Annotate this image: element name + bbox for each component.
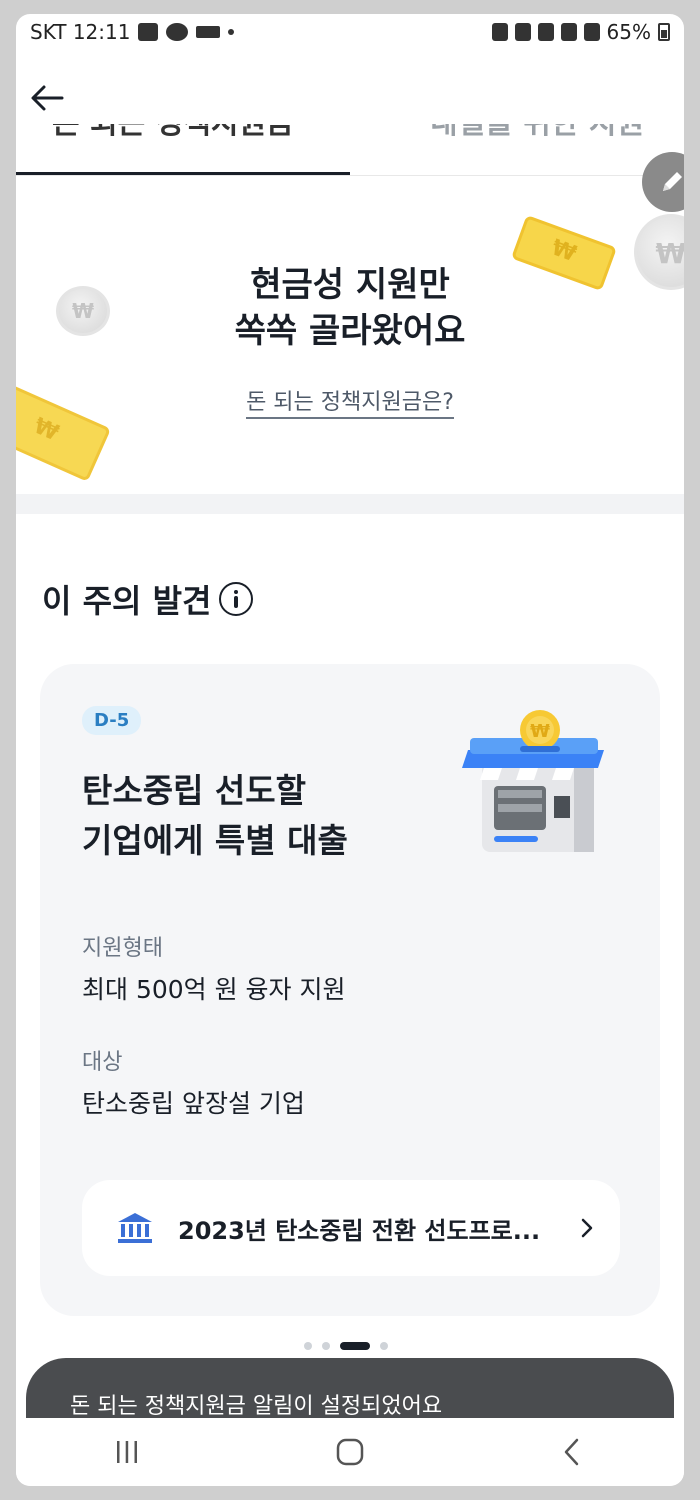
back-arrow-icon xyxy=(31,85,64,111)
tab-money-policy[interactable]: 돈 되는 정책지원금 xyxy=(52,124,322,176)
store-illustration: ₩ xyxy=(462,710,604,852)
program-link-button[interactable]: 2023년 탄소중립 전환 선도프로... xyxy=(82,1180,620,1276)
hero-title: 현금성 지원만 쏙쏙 골라왔어요 xyxy=(234,265,466,351)
alarm-icon xyxy=(537,23,554,41)
battery-icon xyxy=(658,23,670,41)
target-value: 탄소중립 앞장설 기업 xyxy=(82,1089,305,1118)
sync-icon xyxy=(491,23,508,41)
svg-text:₩: ₩ xyxy=(530,721,550,742)
tab-label: 돈 되는 정책지원금 xyxy=(52,124,294,142)
battery-percent: 65% xyxy=(606,20,651,44)
chat-notification-icon xyxy=(166,23,189,41)
pager-dot[interactable] xyxy=(304,1342,312,1350)
home-icon xyxy=(336,1438,364,1466)
chevron-right-icon xyxy=(581,1218,593,1238)
pager-dot[interactable] xyxy=(322,1342,330,1350)
policy-card[interactable]: D-5 탄소중립 선도할 기업에게 특별 대출 ₩ 지원형태 최대 500억 원… xyxy=(40,664,660,1316)
info-icon[interactable] xyxy=(219,582,254,616)
hero-link-container: 돈 되는 정책지원금은? xyxy=(16,384,684,419)
carousel-pager xyxy=(304,1342,388,1350)
section-title: 이 주의 발견 xyxy=(42,576,254,622)
pen-icon xyxy=(514,23,531,41)
bank-icon xyxy=(118,1213,152,1243)
gallery-notification-icon xyxy=(138,23,159,41)
card-title: 탄소중립 선도할 기업에게 특별 대출 xyxy=(82,771,348,860)
phone-screen: SKT 12:11 65% 돈 되는 정책지원금 내일을 xyxy=(16,14,684,1486)
policy-info-link[interactable]: 돈 되는 정책지원금은? xyxy=(246,390,454,419)
carrier-time: SKT 12:11 xyxy=(30,20,131,44)
pager-dot[interactable] xyxy=(380,1342,388,1350)
tab-second[interactable]: 내일을 위한 지원 xyxy=(430,124,650,176)
tab-label: 내일을 위한 지원 xyxy=(430,124,644,142)
pager-dot-active[interactable] xyxy=(340,1342,370,1350)
target-label: 대상 xyxy=(82,1050,123,1075)
section-divider xyxy=(16,494,684,514)
recent-apps-icon xyxy=(117,1441,138,1463)
dday-badge: D-5 xyxy=(82,706,142,735)
wifi-icon xyxy=(560,23,577,41)
signal-icon xyxy=(583,23,600,41)
nav-back-icon xyxy=(564,1438,578,1466)
tab-bar: 돈 되는 정책지원금 내일을 위한 지원 xyxy=(16,124,684,176)
status-bar: SKT 12:11 65% xyxy=(16,14,684,50)
recent-apps-button[interactable] xyxy=(87,1427,167,1477)
more-notifications-icon xyxy=(228,29,235,35)
home-button[interactable] xyxy=(310,1427,390,1477)
nav-back-button[interactable] xyxy=(533,1427,613,1477)
edit-pencil-icon xyxy=(663,172,682,191)
app-notification-icon xyxy=(196,26,221,38)
hero-banner: 현금성 지원만 쏙쏙 골라왔어요 돈 되는 정책지원금은? xyxy=(16,174,684,494)
program-label: 2023년 탄소중립 전환 선도프로... xyxy=(178,1216,541,1245)
system-nav-bar xyxy=(16,1418,684,1486)
support-type-label: 지원형태 xyxy=(82,936,163,961)
back-button[interactable] xyxy=(26,76,70,120)
support-type-value: 최대 500억 원 융자 지원 xyxy=(82,975,346,1004)
toast-message: 돈 되는 정책지원금 알림이 설정되었어요 xyxy=(70,1394,443,1419)
